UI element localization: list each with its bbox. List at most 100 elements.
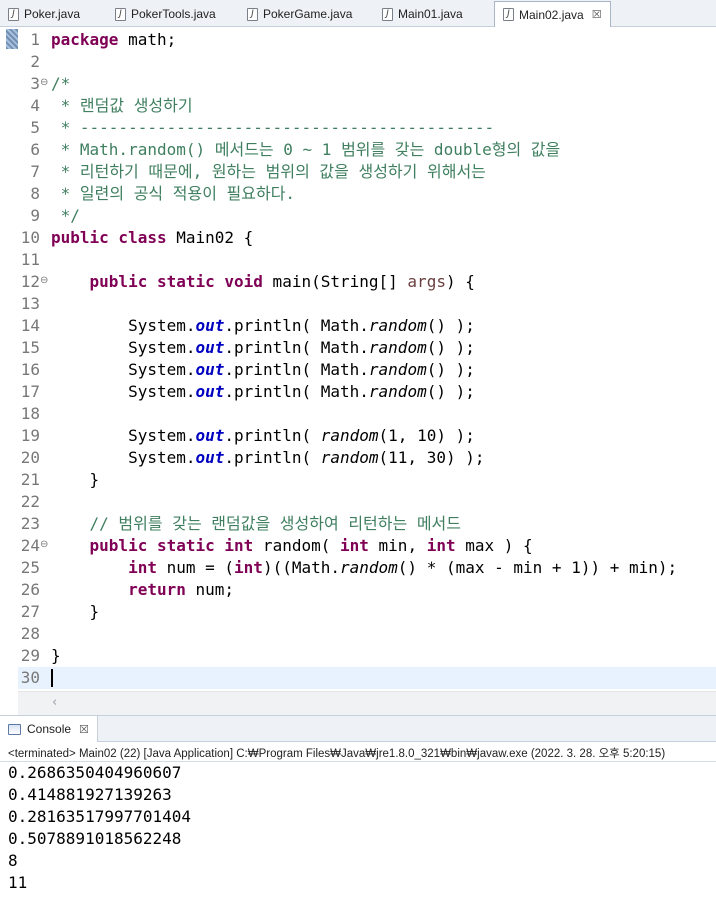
line-number: 7 (30, 162, 40, 181)
scroll-left-arrow-icon[interactable]: ‹ (52, 695, 57, 710)
line-number: 24 (20, 536, 40, 555)
console-tab-label: Console (27, 722, 72, 736)
line-number: 22 (20, 492, 40, 511)
code-text: System.out.println( Math.random() ); (51, 360, 475, 379)
line-number: 17 (20, 382, 40, 401)
code-line: 1 package math; (0, 29, 716, 51)
tab-label: PokerGame.java (263, 7, 353, 21)
code-line: 21 } (0, 469, 716, 491)
code-line: 19 System.out.println( random(1, 10) ); (0, 425, 716, 447)
tab-poker-java[interactable]: J Poker.java (8, 2, 80, 26)
code-line: 2 (0, 51, 716, 73)
code-line: 4 * 랜덤값 생성하기 (0, 95, 716, 117)
console-output-line: 0.28163517997701404 (8, 807, 192, 826)
line-number: 19 (20, 426, 40, 445)
code-line: 3 ⊖ /* (0, 73, 716, 95)
code-line: 17 System.out.println( Math.random() ); (0, 381, 716, 403)
code-text: System.out.println( random(1, 10) ); (51, 426, 475, 445)
tab-label: Main01.java (398, 7, 463, 21)
line-number: 3 (30, 74, 40, 93)
line-number: 23 (20, 514, 40, 533)
line-number: 18 (20, 404, 40, 423)
code-text: System.out.println( Math.random() ); (51, 338, 475, 357)
line-number: 6 (30, 140, 40, 159)
line-number: 13 (20, 294, 40, 313)
code-text: } (51, 470, 100, 489)
code-line: 24 ⊖ public static int random( int min, … (0, 535, 716, 557)
code-text: * 리턴하기 때문에, 원하는 범위의 값을 생성하기 위해서는 (51, 162, 486, 181)
code-text: * 랜덤값 생성하기 (51, 96, 193, 115)
code-line: 12 ⊖ public static void main(String[] ar… (0, 271, 716, 293)
text-caret (51, 669, 53, 687)
code-line: 8 * 일련의 공식 적용이 필요하다. (0, 183, 716, 205)
code-text: // 범위를 갖는 랜덤값을 생성하여 리턴하는 메서드 (51, 514, 461, 533)
line-number: 8 (30, 184, 40, 203)
line-number: 28 (20, 624, 40, 643)
code-line: 11 (0, 249, 716, 271)
console-output-line: 0.414881927139263 (8, 785, 172, 804)
tab-main02-java[interactable]: J Main02.java ☒ (494, 1, 611, 27)
line-number: 5 (30, 118, 40, 137)
tab-pokertools-java[interactable]: J PokerTools.java (115, 2, 216, 26)
code-line: 25 int num = (int)((Math.random() * (max… (0, 557, 716, 579)
code-text: } (51, 602, 100, 621)
close-icon[interactable]: ☒ (592, 8, 602, 21)
line-number: 21 (20, 470, 40, 489)
code-line: 27 } (0, 601, 716, 623)
line-number: 26 (20, 580, 40, 599)
line-number: 29 (20, 646, 40, 665)
code-line: 9 */ (0, 205, 716, 227)
code-line: 16 System.out.println( Math.random() ); (0, 359, 716, 381)
fold-collapse-icon[interactable]: ⊖ (40, 77, 48, 89)
tab-label: Main02.java (519, 7, 584, 22)
line-number: 1 (30, 30, 40, 49)
java-file-icon: J (503, 8, 514, 21)
java-file-icon: J (382, 7, 393, 21)
code-line: 14 System.out.println( Math.random() ); (0, 315, 716, 337)
close-icon[interactable]: ☒ (79, 723, 89, 736)
console-status: <terminated> Main02 (22) [Java Applicati… (8, 748, 666, 760)
editor-tab-bar: J Poker.java J PokerTools.java J PokerGa… (0, 0, 716, 27)
console-output-line: 8 (8, 851, 18, 870)
fold-collapse-icon[interactable]: ⊖ (40, 539, 48, 551)
console-output-line: 0.5078891018562248 (8, 829, 182, 848)
code-text: */ (51, 206, 80, 225)
code-line: 29 } (0, 645, 716, 667)
tab-label: PokerTools.java (131, 7, 216, 21)
code-line: 23 // 범위를 갖는 랜덤값을 생성하여 리턴하는 메서드 (0, 513, 716, 535)
code-text: /* (51, 74, 71, 93)
line-number: 27 (20, 602, 40, 621)
code-line: 15 System.out.println( Math.random() ); (0, 337, 716, 359)
fold-collapse-icon[interactable]: ⊖ (40, 275, 48, 287)
horizontal-scrollbar[interactable]: ‹ (18, 691, 716, 715)
code-line: 10 public class Main02 { (0, 227, 716, 249)
line-number: 25 (20, 558, 40, 577)
java-file-icon: J (115, 7, 126, 21)
line-number: 14 (20, 316, 40, 335)
tab-console[interactable]: Console ☒ (0, 716, 98, 742)
code-text: return num; (51, 580, 235, 599)
line-number: 10 (20, 228, 40, 247)
code-editor[interactable]: 1 package math; 2 3 ⊖ /* 4 * 랜덤값 생성하기 5 … (0, 27, 716, 715)
code-text: public static void main(String[] args) { (51, 272, 475, 291)
code-line: 18 (0, 403, 716, 425)
code-text: * --------------------------------------… (51, 118, 495, 137)
line-number: 12 (20, 272, 40, 291)
console-output-line: 0.2686350404960607 (8, 763, 182, 782)
code-text: int num = (int)((Math.random() * (max - … (51, 558, 678, 577)
code-line: 6 * Math.random() 메서드는 0 ~ 1 범위를 갖는 doub… (0, 139, 716, 161)
code-text: package math; (51, 30, 177, 49)
tab-pokergame-java[interactable]: J PokerGame.java (247, 2, 352, 26)
code-line: 5 * ------------------------------------… (0, 117, 716, 139)
code-text: System.out.println( Math.random() ); (51, 382, 475, 401)
code-line: 13 (0, 293, 716, 315)
console-icon (8, 723, 21, 735)
java-file-icon: J (247, 7, 258, 21)
current-line-highlight[interactable]: 30 (18, 667, 716, 689)
line-number: 20 (20, 448, 40, 467)
code-text: public static int random( int min, int m… (51, 536, 533, 555)
tab-main01-java[interactable]: J Main01.java (382, 2, 463, 26)
code-line: 20 System.out.println( random(11, 30) ); (0, 447, 716, 469)
code-text: public class Main02 { (51, 228, 254, 247)
code-text: System.out.println( Math.random() ); (51, 316, 475, 335)
